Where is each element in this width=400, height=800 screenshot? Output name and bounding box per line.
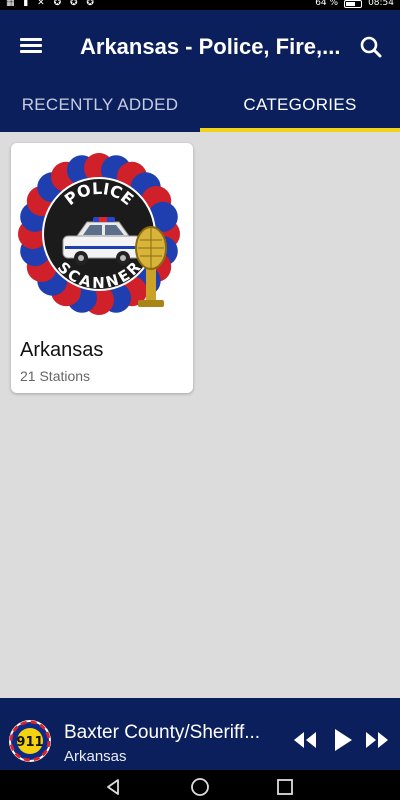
tab-bar: RECENTLY ADDED CATEGORIES bbox=[0, 84, 400, 132]
categories-grid: POLICE SCANNER Arkansas 21 Stations bbox=[0, 132, 400, 698]
status-icons: ▦ ▮ ✕ ✪ ✪ ✪ bbox=[6, 0, 97, 8]
battery-percent: 64 % bbox=[315, 0, 339, 8]
police-scanner-logo-icon: POLICE SCANNER bbox=[11, 143, 193, 333]
status-right: 64 % 08:54 bbox=[315, 0, 394, 8]
now-playing-title: Baxter County/Sheriff... bbox=[64, 722, 261, 743]
category-title: Arkansas bbox=[20, 339, 104, 361]
category-card-arkansas[interactable]: POLICE SCANNER Arkansas 21 Stations bbox=[11, 143, 193, 393]
app-bar: Arkansas - Police, Fire,... bbox=[0, 10, 400, 84]
hamburger-menu-icon[interactable] bbox=[14, 32, 48, 62]
home-icon[interactable] bbox=[190, 778, 210, 800]
status-time: 08:54 bbox=[368, 0, 394, 8]
recents-icon[interactable] bbox=[276, 778, 294, 800]
battery-icon bbox=[344, 0, 363, 8]
rewind-icon[interactable] bbox=[292, 730, 318, 755]
station-logo-icon: 911 bbox=[8, 719, 52, 763]
mini-player[interactable]: 911 Baxter County/Sheriff... Arkansas bbox=[0, 698, 400, 770]
now-playing-subtitle: Arkansas bbox=[64, 748, 127, 765]
back-icon[interactable] bbox=[104, 778, 122, 800]
fast-forward-icon[interactable] bbox=[364, 730, 390, 755]
search-icon[interactable] bbox=[354, 30, 388, 64]
tab-recently-added[interactable]: RECENTLY ADDED bbox=[0, 84, 200, 132]
status-bar: ▦ ▮ ✕ ✪ ✪ ✪ 64 % 08:54 bbox=[0, 0, 400, 10]
tab-categories[interactable]: CATEGORIES bbox=[200, 84, 400, 132]
play-icon[interactable] bbox=[332, 728, 354, 757]
system-nav-bar bbox=[0, 770, 400, 800]
category-station-count: 21 Stations bbox=[20, 368, 91, 384]
page-title: Arkansas - Police, Fire,... bbox=[80, 34, 341, 59]
svg-text:911: 911 bbox=[16, 735, 43, 750]
